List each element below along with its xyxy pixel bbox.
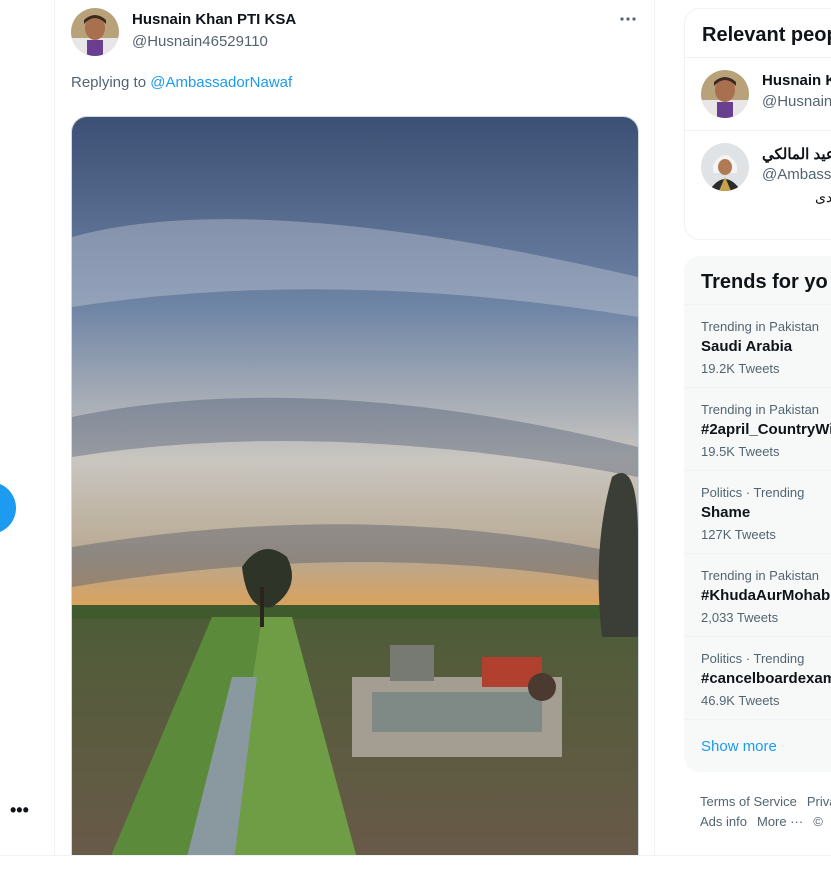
right-sidebar: Relevant peop Husnain K @Husnain4 bbox=[684, 0, 831, 856]
trend-name: #cancelboardexam bbox=[701, 670, 831, 687]
person-handle[interactable]: @Ambassa bbox=[762, 166, 831, 183]
trend-count: 127K Tweets bbox=[701, 527, 776, 542]
trend-context: Trending in Pakistan bbox=[701, 402, 820, 417]
trend-name: Saudi Arabia bbox=[701, 338, 793, 355]
divider bbox=[684, 719, 831, 720]
relevant-people-title: Relevant peop bbox=[702, 24, 831, 46]
trend-count: 19.2K Tweets bbox=[701, 361, 780, 376]
trend-item[interactable]: Trending in Pakistan #2april_CountryWi 1… bbox=[684, 387, 831, 470]
person-bio: دى bbox=[815, 189, 831, 205]
trend-context: Trending in Pakistan bbox=[701, 319, 820, 334]
list-item[interactable]: عيد المالكي @Ambassa دى bbox=[685, 130, 831, 205]
trend-name: Shame bbox=[701, 504, 751, 521]
footer-more-link[interactable]: More ··· bbox=[757, 814, 803, 829]
more-menu-button[interactable]: ••• bbox=[10, 800, 32, 820]
trend-context: Trending in Pakistan bbox=[701, 568, 820, 583]
list-item[interactable]: Husnain K @Husnain4 bbox=[685, 57, 831, 130]
trend-context: Politics · Trending bbox=[701, 651, 805, 666]
avatar[interactable] bbox=[701, 143, 749, 191]
trends-title: Trends for yo bbox=[701, 271, 828, 293]
replying-prefix: Replying to bbox=[71, 74, 147, 91]
trend-context: Politics · Trending bbox=[701, 485, 805, 500]
tweet-photo[interactable] bbox=[71, 116, 639, 856]
person-handle[interactable]: @Husnain4 bbox=[762, 93, 831, 110]
trends-panel: Trends for yo Trending in Pakistan Saudi… bbox=[684, 256, 831, 772]
replying-mention-link[interactable]: @AmbassadorNawaf bbox=[150, 74, 292, 91]
trend-name: #KhudaAurMohab bbox=[701, 587, 831, 604]
person-name[interactable]: عيد المالكي bbox=[762, 145, 831, 163]
trend-count: 2,033 Tweets bbox=[701, 610, 779, 625]
terms-link[interactable]: Terms of Service bbox=[700, 794, 797, 809]
avatar[interactable] bbox=[701, 70, 749, 118]
person-name[interactable]: Husnain K bbox=[762, 72, 831, 89]
compose-tweet-button[interactable] bbox=[0, 482, 16, 534]
copyright: © bbox=[813, 814, 823, 829]
replying-to-line: Replying to @AmbassadorNawaf bbox=[71, 74, 292, 91]
footer-links: Terms of Service Priva Ads info More ··· © bbox=[700, 792, 831, 832]
relevant-people-panel: Relevant peop Husnain K @Husnain4 bbox=[684, 8, 831, 240]
trend-name: #2april_CountryWi bbox=[701, 421, 831, 438]
left-navigation-rail: ••• bbox=[0, 0, 54, 856]
trend-count: 46.9K Tweets bbox=[701, 693, 780, 708]
trend-item[interactable]: Politics · Trending #cancelboardexam 46.… bbox=[684, 636, 831, 719]
trend-item[interactable]: Trending in Pakistan #KhudaAurMohab 2,03… bbox=[684, 553, 831, 636]
privacy-link[interactable]: Priva bbox=[807, 794, 831, 809]
divider bbox=[0, 855, 831, 856]
trend-count: 19.5K Tweets bbox=[701, 444, 780, 459]
more-horizontal-icon[interactable] bbox=[618, 10, 638, 30]
trend-item[interactable]: Trending in Pakistan Saudi Arabia 19.2K … bbox=[684, 304, 831, 387]
tweet-thread-column: Husnain Khan PTI KSA @Husnain46529110 Re… bbox=[54, 0, 655, 856]
trend-item[interactable]: Politics · Trending Shame 127K Tweets bbox=[684, 470, 831, 553]
avatar[interactable] bbox=[71, 8, 119, 56]
author-handle[interactable]: @Husnain46529110 bbox=[132, 33, 268, 50]
show-more-link[interactable]: Show more bbox=[701, 738, 777, 755]
author-display-name[interactable]: Husnain Khan PTI KSA bbox=[132, 11, 296, 28]
ads-info-link[interactable]: Ads info bbox=[700, 814, 747, 829]
